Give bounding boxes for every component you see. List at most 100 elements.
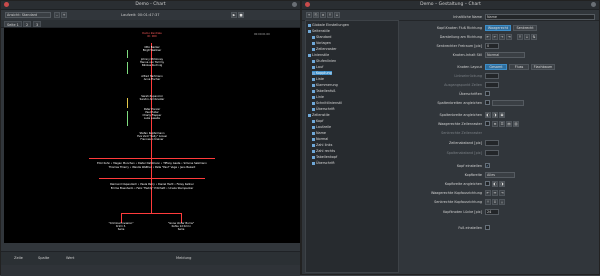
align-2-button[interactable]: ◨ bbox=[492, 112, 498, 118]
tree-item[interactable]: Zahl links bbox=[312, 143, 332, 147]
tree-item[interactable]: Kopplung bbox=[312, 71, 332, 75]
connector-3 bbox=[127, 98, 128, 108]
tree-item[interactable]: Linienstile bbox=[308, 53, 329, 57]
tree-item[interactable]: Schnittlinienstil bbox=[312, 101, 342, 105]
tree-item[interactable]: Überschrift bbox=[312, 107, 335, 111]
tree-item[interactable]: Zellenstile bbox=[308, 113, 330, 117]
zoom-in-button[interactable]: + bbox=[61, 12, 67, 18]
layout-total-option[interactable]: Gesamt bbox=[485, 64, 507, 70]
tree-item[interactable]: Vorlagen bbox=[312, 41, 331, 45]
style-icon bbox=[312, 89, 315, 93]
style-tree[interactable]: Globale Einstellungen Seitenstile Standard… bbox=[305, 20, 399, 273]
vertical-option[interactable]: Senkrecht bbox=[513, 25, 537, 31]
dir-4-button[interactable]: ⇥ bbox=[506, 34, 512, 40]
tree-item[interactable]: Laufzeile bbox=[312, 125, 331, 129]
tree-item[interactable]: Überschrift bbox=[312, 161, 335, 165]
layout-flow-option[interactable]: Fluss bbox=[509, 64, 529, 70]
delete-style-button[interactable]: × bbox=[320, 12, 326, 18]
space-label: Senkrechter Freiraum [pix] bbox=[436, 44, 482, 48]
head-adjust-2-button[interactable]: ◨ bbox=[499, 181, 505, 187]
dir-3-button[interactable]: → bbox=[499, 34, 505, 40]
tab-page-3[interactable]: 3 bbox=[33, 21, 42, 27]
tree-item[interactable]: Lauf bbox=[312, 65, 323, 69]
tree-item[interactable]: Standard bbox=[312, 35, 331, 39]
up-button[interactable]: ↑ bbox=[327, 12, 333, 18]
head-adjust-checkbox[interactable] bbox=[485, 181, 490, 186]
dir-6-button[interactable]: ↓ bbox=[524, 34, 530, 40]
v-align-mid-button[interactable]: ↕ bbox=[492, 199, 498, 205]
tab-page-2[interactable]: 2 bbox=[23, 21, 32, 27]
tree-item[interactable]: Tabellenfuß bbox=[312, 89, 335, 93]
h-align-right-button[interactable]: ⇥ bbox=[499, 190, 505, 196]
head-gap-field[interactable]: 24 bbox=[485, 209, 499, 215]
down-button[interactable]: ↓ bbox=[334, 12, 340, 18]
tree-item[interactable]: Tabellenkopf bbox=[312, 155, 337, 159]
tab-page-1[interactable]: Seite 1 bbox=[4, 21, 22, 27]
tree-item[interactable]: Kopf bbox=[312, 119, 323, 123]
tree-item[interactable]: Liste bbox=[312, 77, 324, 81]
node-style-label: Knoten-Inhalt Stil bbox=[452, 53, 482, 57]
tree-item[interactable]: Normal bbox=[312, 137, 328, 141]
tree-item[interactable]: Seitenstile bbox=[308, 29, 330, 33]
anchor-field[interactable] bbox=[485, 82, 499, 88]
h-grid-checkbox[interactable] bbox=[485, 121, 490, 126]
tree-item-label: Vorlagen bbox=[316, 41, 331, 45]
left-statusbar bbox=[1, 265, 300, 276]
headings-checkbox[interactable] bbox=[485, 91, 490, 96]
new-style-button[interactable]: + bbox=[306, 12, 312, 18]
align-3-button[interactable]: ▣ bbox=[499, 112, 505, 118]
style-icon bbox=[312, 143, 315, 147]
col-spacing-field[interactable] bbox=[485, 150, 499, 156]
v-align-bottom-button[interactable]: ⤓ bbox=[499, 199, 505, 205]
stop-button[interactable]: ■ bbox=[238, 12, 244, 18]
dir-2-button[interactable]: ← bbox=[492, 34, 498, 40]
horizontal-option[interactable]: Waagerecht bbox=[485, 25, 511, 31]
indent-field[interactable] bbox=[485, 73, 499, 79]
layout-flat-option[interactable]: Flachbaum bbox=[531, 64, 555, 70]
tree-item[interactable]: Klammerung bbox=[312, 83, 338, 87]
h-grid-3-button[interactable]: ▤ bbox=[506, 121, 512, 127]
col-width-combo[interactable] bbox=[492, 100, 524, 106]
zoom-out-button[interactable]: – bbox=[54, 12, 60, 18]
foot-enable-checkbox[interactable] bbox=[485, 225, 490, 230]
col-value[interactable]: Wert bbox=[66, 256, 74, 260]
space-field[interactable]: 0 bbox=[485, 43, 499, 49]
h-grid-4-button[interactable]: ▥ bbox=[513, 121, 519, 127]
right-titlebar: Demo – Gestaltung – Chart bbox=[302, 1, 599, 10]
col-message[interactable]: Meldung bbox=[176, 256, 191, 260]
col-row[interactable]: Zeile bbox=[14, 256, 23, 260]
copy-style-button[interactable]: ⎘ bbox=[313, 12, 319, 18]
head-enable-checkbox[interactable] bbox=[485, 163, 490, 168]
row-spacing-field[interactable] bbox=[485, 140, 499, 146]
close-icon[interactable] bbox=[292, 2, 297, 7]
dir-1-button[interactable]: ⇤ bbox=[485, 34, 491, 40]
connector-4 bbox=[127, 111, 128, 126]
tree-item[interactable]: Zeilenraster bbox=[312, 47, 337, 51]
dir-7-button[interactable]: ⇅ bbox=[531, 34, 537, 40]
close-icon-right[interactable] bbox=[591, 2, 596, 7]
col-column[interactable]: Spalte bbox=[38, 256, 49, 260]
name-field[interactable]: Name bbox=[485, 14, 595, 20]
col-width-checkbox[interactable] bbox=[485, 100, 490, 105]
node-style-combo[interactable]: Normal bbox=[485, 52, 525, 58]
org-chart-canvas[interactable]: 00:00:01:00 Demo Zentrale ID: 000 Otto B… bbox=[4, 28, 300, 243]
tree-item[interactable]: Name bbox=[312, 131, 326, 135]
head-width-combo[interactable]: Alles bbox=[485, 172, 515, 178]
head-adjust-1-button[interactable]: ◧ bbox=[492, 181, 498, 187]
tree-item[interactable]: Globale Einstellungen bbox=[308, 23, 349, 27]
tree-item[interactable]: Zahl rechts bbox=[312, 149, 335, 153]
h-grid-1-button[interactable]: ≡ bbox=[492, 121, 498, 127]
h-align-center-button[interactable]: ↔ bbox=[492, 190, 498, 196]
align-1-button[interactable]: ◧ bbox=[485, 112, 491, 118]
view-combo[interactable]: Ansicht: Standard bbox=[5, 12, 51, 18]
h-grid-2-button[interactable]: ☰ bbox=[499, 121, 505, 127]
play-button[interactable]: ▶ bbox=[231, 12, 237, 18]
head-adjust-label: Kopfbreite angleichen bbox=[444, 182, 482, 186]
name-label: Inhaltliche Name bbox=[453, 15, 482, 19]
dir-5-button[interactable]: ↑ bbox=[517, 34, 523, 40]
v-align-top-button[interactable]: ⤒ bbox=[485, 199, 491, 205]
tree-item[interactable]: Linie bbox=[312, 95, 324, 99]
bottom-right-type: Serie bbox=[177, 228, 185, 231]
tree-item[interactable]: Stufenlinien bbox=[312, 59, 336, 63]
h-align-left-button[interactable]: ⇤ bbox=[485, 190, 491, 196]
